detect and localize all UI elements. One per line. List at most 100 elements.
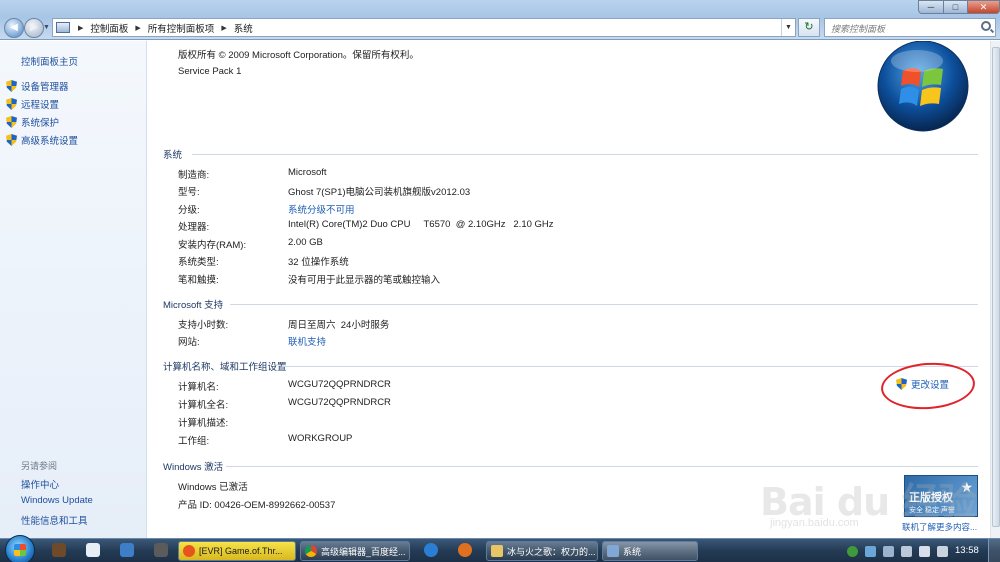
address-bar[interactable]: ▶ 控制面板 ▶ 所有控制面板项 ▶ 系统 ▼ <box>52 18 796 37</box>
workgroup-label: 工作组: <box>178 436 210 447</box>
taskbar-item-system[interactable]: 系统 <box>602 541 698 561</box>
vertical-scrollbar[interactable] <box>990 41 1000 538</box>
tray-app-icon[interactable] <box>864 545 876 557</box>
taskbar-item-folder[interactable]: 冰与火之歌：权力的... <box>486 541 598 561</box>
breadcrumb-chevron-icon[interactable]: ▶ <box>74 24 87 32</box>
taskbar-item-label: 冰与火之歌：权力的... <box>507 546 596 557</box>
processor-value: Intel(R) Core(TM)2 Duo CPU T6570 @ 2.10G… <box>288 219 554 230</box>
support-section-title: Microsoft 支持 <box>163 300 224 311</box>
breadcrumb-control-panel[interactable]: 控制面板 <box>87 21 131 35</box>
forward-arrow-icon: ▶ <box>30 22 38 33</box>
activation-status: Windows 已激活 <box>178 482 248 493</box>
section-divider <box>230 304 978 305</box>
sidebar-item-device-manager[interactable]: 设备管理器 <box>6 79 69 93</box>
copyright-text: 版权所有 © 2009 Microsoft Corporation。保留所有权利… <box>178 50 419 61</box>
maximize-button[interactable]: □ <box>943 0 968 14</box>
support-hours-label: 支持小时数: <box>178 320 229 331</box>
system-section-title: 系统 <box>163 150 183 161</box>
navigation-pane: 控制面板主页 设备管理器 远程设置 系统保护 高级系统设置 另请参阅 操作中心 … <box>0 41 147 538</box>
control-panel-icon <box>56 22 70 33</box>
clock[interactable]: 13:58 <box>955 545 979 556</box>
sidebar-item-label: 远程设置 <box>21 100 60 111</box>
search-icon[interactable] <box>981 21 991 31</box>
pinned-explorer-icon[interactable] <box>86 543 100 557</box>
pen-touch-value: 没有可用于此显示器的笔或触控输入 <box>288 275 441 286</box>
firefox-icon[interactable] <box>458 543 472 557</box>
see-also-windows-update[interactable]: Windows Update <box>21 495 93 506</box>
uac-shield-icon <box>6 98 17 110</box>
computer-name-label: 计算机名: <box>178 382 219 393</box>
workgroup-value: WORKGROUP <box>288 433 353 444</box>
learn-more-link[interactable]: 联机了解更多内容... <box>902 521 977 533</box>
flag-icon[interactable] <box>882 545 894 557</box>
uac-shield-icon <box>6 80 17 92</box>
breadcrumb-chevron-icon[interactable]: ▶ <box>217 24 230 32</box>
media-player-icon <box>183 545 195 557</box>
taskbar-item-video[interactable]: [EVR] Game.of.Thr... <box>178 541 296 561</box>
see-also-heading: 另请参阅 <box>21 461 58 471</box>
section-divider <box>282 366 978 367</box>
sidebar-item-label: 系统保护 <box>21 118 60 129</box>
full-name-value: WCGU72QQPRNDRCR <box>288 397 391 408</box>
forward-button[interactable]: ▶ <box>24 18 44 38</box>
change-settings-label: 更改设置 <box>911 380 950 391</box>
refresh-icon: ↻ <box>804 21 814 33</box>
minimize-button[interactable]: ─ <box>918 0 944 14</box>
see-also-action-center[interactable]: 操作中心 <box>21 477 59 491</box>
pinned-app-icon[interactable] <box>52 543 66 557</box>
pinned-app-icon[interactable] <box>120 543 134 557</box>
genuine-badge[interactable]: ★ 正版授权 安全 稳定 声誉 <box>904 475 978 517</box>
close-button[interactable]: ✕ <box>967 0 1000 14</box>
star-icon: ★ <box>960 479 973 495</box>
pinned-app-icon[interactable] <box>154 543 168 557</box>
windows-logo-icon <box>877 41 969 132</box>
taskbar-item-label: [EVR] Game.of.Thr... <box>199 546 283 556</box>
sidebar-item-label: 高级系统设置 <box>21 136 79 147</box>
computer-name-value: WCGU72QQPRNDRCR <box>288 379 391 390</box>
show-desktop-button[interactable] <box>988 539 1000 562</box>
breadcrumb-system[interactable]: 系统 <box>231 21 256 35</box>
recent-pages-dropdown-icon[interactable]: ▼ <box>43 24 50 31</box>
activation-section-title: Windows 激活 <box>163 462 224 473</box>
address-dropdown-icon[interactable]: ▼ <box>781 19 795 36</box>
start-button[interactable] <box>5 535 35 562</box>
change-settings-link[interactable]: 更改设置 <box>896 377 949 391</box>
control-panel-icon <box>607 545 619 557</box>
processor-label: 处理器: <box>178 222 210 233</box>
breadcrumb-chevron-icon[interactable]: ▶ <box>131 24 144 32</box>
full-name-label: 计算机全名: <box>178 400 229 411</box>
sidebar-item-system-protection[interactable]: 系统保护 <box>6 115 59 129</box>
rating-link[interactable]: 系统分级不可用 <box>288 202 355 216</box>
search-input[interactable]: 搜索控制面板 <box>824 18 996 37</box>
description-label: 计算机描述: <box>178 418 229 429</box>
see-also-performance[interactable]: 性能信息和工具 <box>21 513 88 527</box>
section-divider <box>226 466 978 467</box>
sidebar-item-advanced-settings[interactable]: 高级系统设置 <box>6 133 78 147</box>
support-hours-value: 周日至周六 24小时服务 <box>288 320 390 331</box>
breadcrumb-all-items[interactable]: 所有控制面板项 <box>145 21 218 35</box>
scrollbar-thumb[interactable] <box>992 47 1000 527</box>
online-support-link[interactable]: 联机支持 <box>288 334 326 348</box>
refresh-button[interactable]: ↻ <box>798 18 820 37</box>
watermark-url: jingyan.baidu.com <box>770 517 859 529</box>
network-icon[interactable] <box>900 545 912 557</box>
product-id: 产品 ID: 00426-OEM-8992662-00537 <box>178 500 336 511</box>
back-button[interactable]: ◀ <box>4 18 24 38</box>
ram-label: 安装内存(RAM): <box>178 240 247 251</box>
ram-value: 2.00 GB <box>288 237 323 248</box>
chrome-icon <box>305 545 317 557</box>
security-icon[interactable] <box>846 545 858 557</box>
window-titlebar: ─ □ ✕ ◀ ▶ ▼ ▶ 控制面板 ▶ 所有控制面板项 ▶ 系统 ▼ ↻ 搜索… <box>0 0 1000 40</box>
model-label: 型号: <box>178 187 200 198</box>
taskbar-item-chrome[interactable]: 高级编辑器_百度经... <box>300 541 410 561</box>
control-panel-home-link[interactable]: 控制面板主页 <box>21 54 78 68</box>
battery-icon[interactable] <box>936 545 948 557</box>
taskbar-item-label: 系统 <box>623 546 642 557</box>
ie-icon[interactable] <box>424 543 438 557</box>
manufacturer-label: 制造商: <box>178 170 210 181</box>
volume-icon[interactable] <box>918 545 930 557</box>
uac-shield-icon <box>896 378 907 390</box>
genuine-badge-subtitle: 安全 稳定 声誉 <box>909 507 955 514</box>
system-type-value: 32 位操作系统 <box>288 257 349 268</box>
sidebar-item-remote-settings[interactable]: 远程设置 <box>6 97 59 111</box>
